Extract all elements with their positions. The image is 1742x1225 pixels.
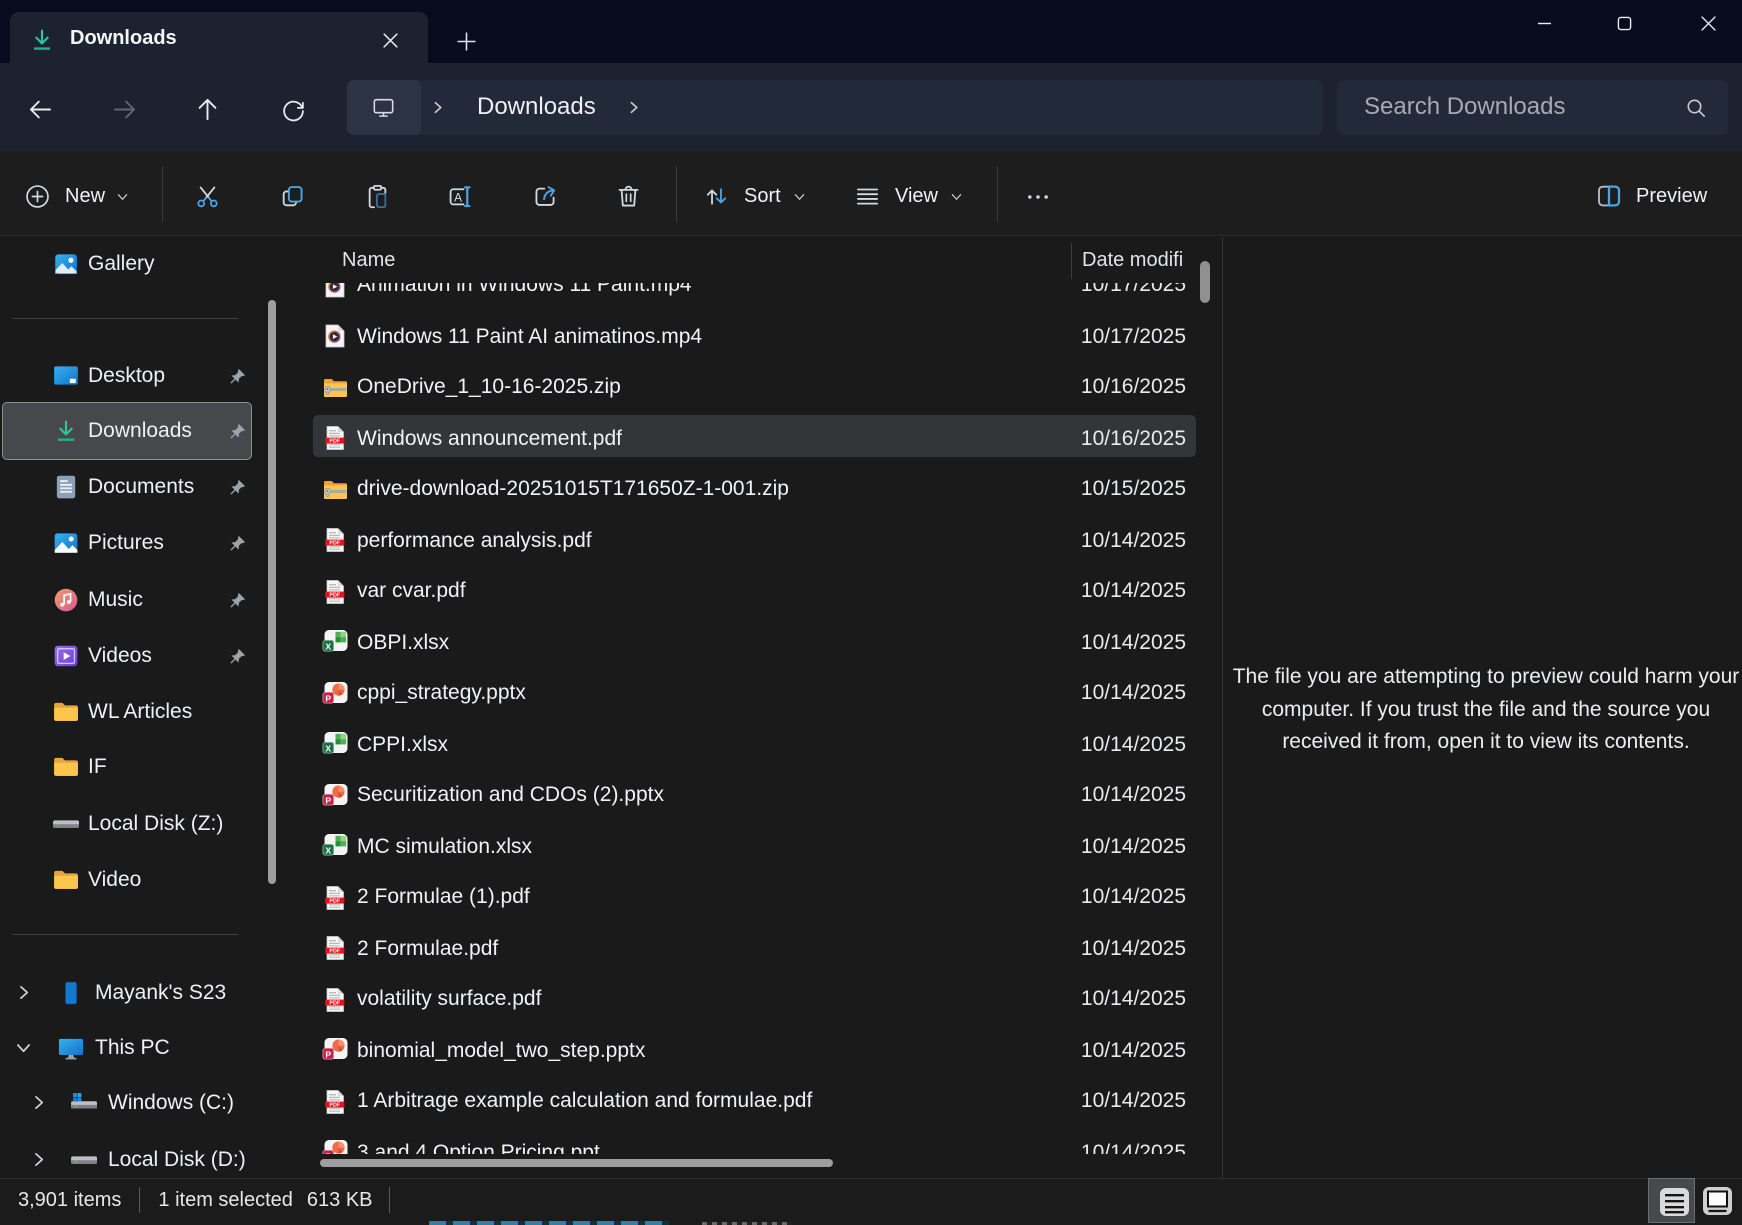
- svg-text:P: P: [325, 796, 331, 806]
- svg-text:P: P: [325, 1152, 331, 1154]
- svg-text:A: A: [454, 191, 462, 205]
- svg-text:PDF: PDF: [329, 1102, 340, 1108]
- svg-text:PDF: PDF: [329, 898, 340, 904]
- svg-text:X: X: [325, 744, 331, 754]
- svg-text:PDF: PDF: [329, 592, 340, 598]
- svg-text:P: P: [325, 694, 331, 704]
- svg-text:PDF: PDF: [329, 540, 340, 546]
- svg-text:X: X: [325, 846, 331, 856]
- svg-text:PDF: PDF: [329, 948, 340, 954]
- svg-text:P: P: [325, 1050, 331, 1060]
- svg-text:X: X: [325, 642, 331, 652]
- svg-text:PDF: PDF: [329, 1000, 340, 1006]
- svg-text:PDF: PDF: [329, 438, 340, 444]
